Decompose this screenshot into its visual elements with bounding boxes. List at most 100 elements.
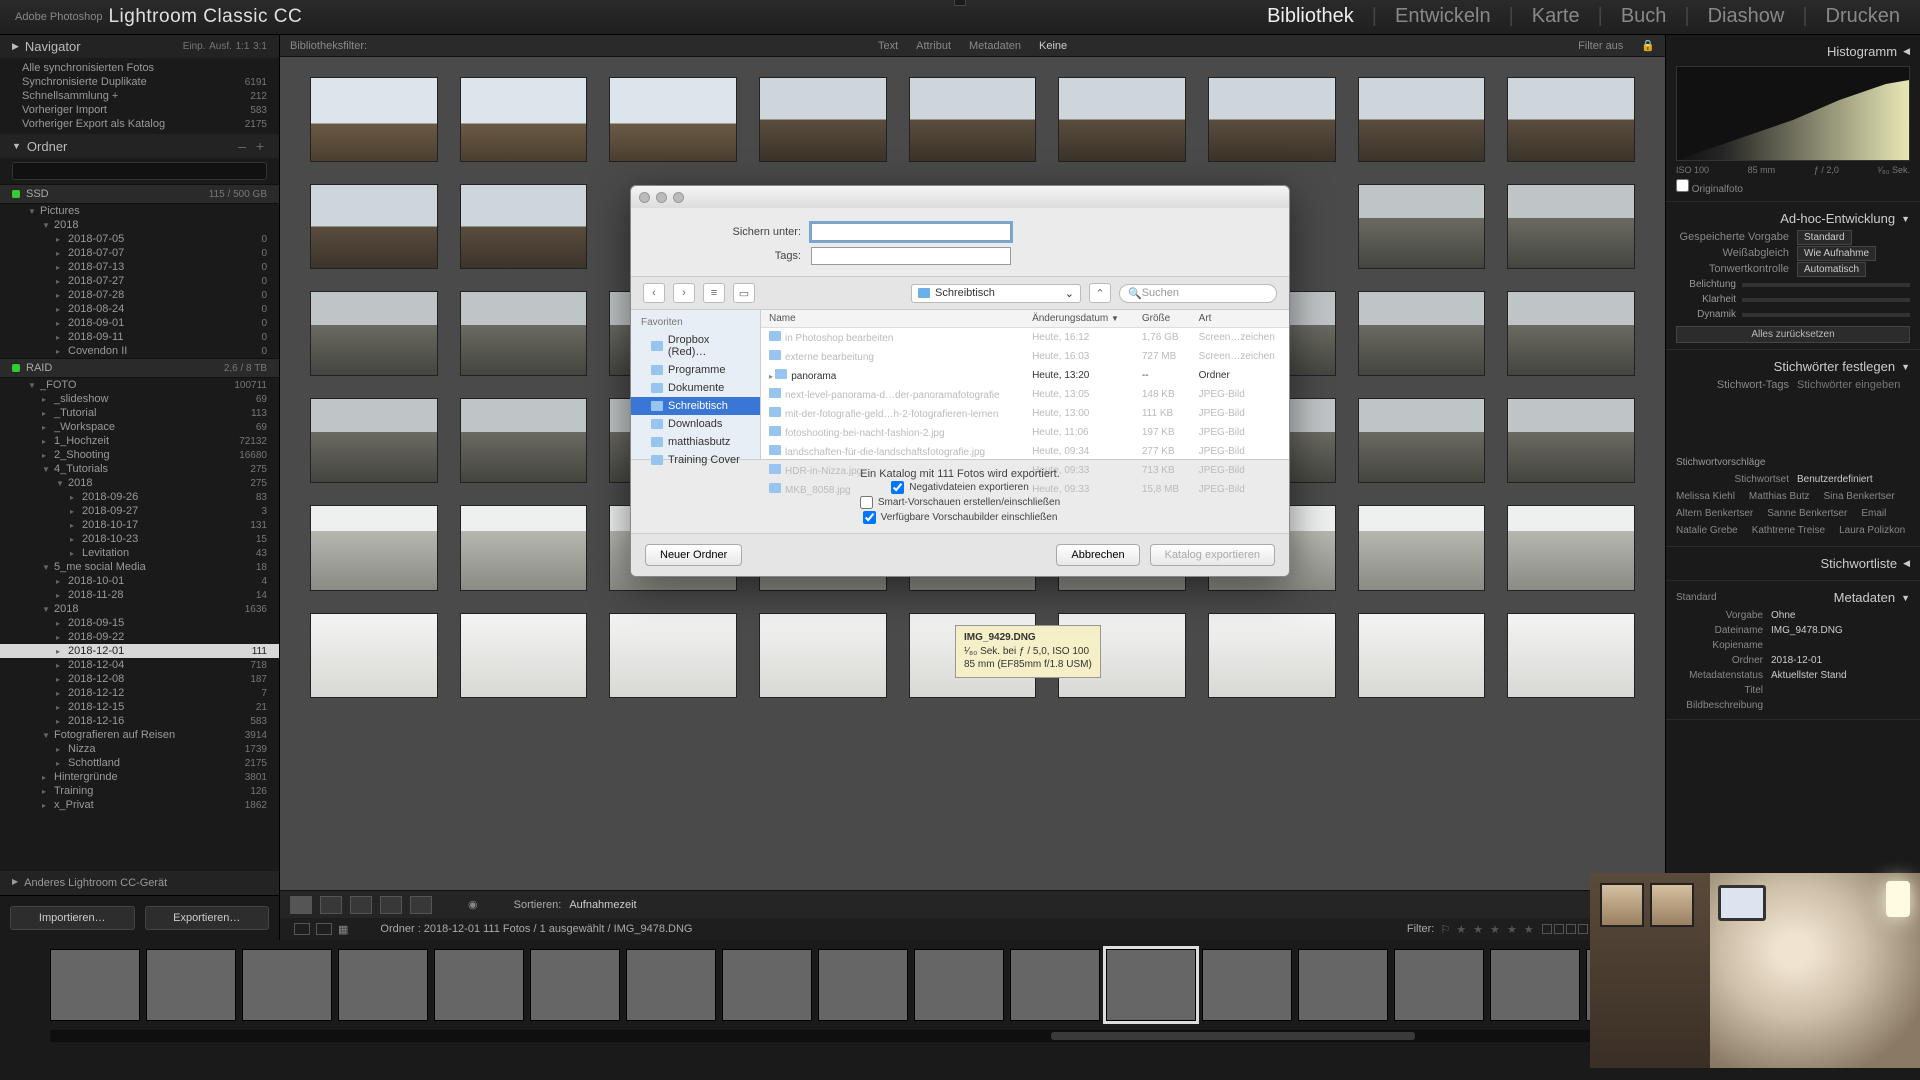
navigator-header[interactable]: ▶ Navigator Einp. Ausf. 1:1 3:1 xyxy=(0,35,279,58)
folder-item[interactable]: ▸2018-09-010 xyxy=(0,316,279,330)
file-row[interactable]: mit-der-fotografie-geld…h-2-fotografiere… xyxy=(761,404,1289,423)
folder-item[interactable]: ▸2018-10-014 xyxy=(0,574,279,588)
thumbnail[interactable] xyxy=(310,291,438,376)
dialog-search[interactable]: 🔍 Suchen xyxy=(1119,284,1277,303)
collection-item[interactable]: Vorheriger Export als Katalog2175 xyxy=(0,117,279,131)
exposure-slider[interactable] xyxy=(1742,283,1910,287)
min-dot[interactable] xyxy=(656,192,667,203)
filmstrip-thumbnail[interactable] xyxy=(434,949,524,1021)
thumbnail[interactable] xyxy=(460,77,588,162)
file-row[interactable]: fotoshooting-bei-nacht-fashion-2.jpgHeut… xyxy=(761,423,1289,442)
thumbnail[interactable] xyxy=(1358,291,1486,376)
sidebar-item[interactable]: matthiasbutz xyxy=(631,433,760,451)
folder-item[interactable]: ▼_FOTO100711 xyxy=(0,378,279,392)
thumbnail[interactable] xyxy=(759,77,887,162)
filmstrip-thumbnail[interactable] xyxy=(242,949,332,1021)
module-karte[interactable]: Karte xyxy=(1532,5,1580,28)
folder-item[interactable]: ▸2018-09-110 xyxy=(0,330,279,344)
thumbnail[interactable] xyxy=(1208,613,1336,698)
filter-meta[interactable]: Metadaten xyxy=(969,40,1021,52)
thumbnail[interactable] xyxy=(1507,77,1635,162)
thumbnail[interactable] xyxy=(460,398,588,483)
module-buch[interactable]: Buch xyxy=(1621,5,1667,28)
filmstrip-thumbnail[interactable] xyxy=(722,949,812,1021)
volume-header[interactable]: SSD115 / 500 GB xyxy=(0,184,279,204)
view-mode-button[interactable]: ≡ xyxy=(703,283,725,303)
keyword-suggestion[interactable]: Melissa Kiehl xyxy=(1676,491,1735,502)
nav-r2[interactable]: 3:1 xyxy=(253,41,267,52)
folder-item[interactable]: ▸2018-10-17131 xyxy=(0,518,279,532)
thumbnail[interactable] xyxy=(310,613,438,698)
thumbnail[interactable] xyxy=(609,77,737,162)
nav-fit[interactable]: Einp. xyxy=(183,41,206,52)
filmstrip-thumbnail[interactable] xyxy=(1490,949,1580,1021)
dialog-titlebar[interactable] xyxy=(631,186,1289,208)
histogram[interactable] xyxy=(1676,66,1910,161)
export-catalog-button[interactable]: Katalog exportieren xyxy=(1150,544,1275,566)
filmstrip-thumbnail[interactable] xyxy=(626,949,716,1021)
keyword-suggestion[interactable]: Matthias Butz xyxy=(1749,491,1810,502)
sidebar-item[interactable]: Downloads xyxy=(631,415,760,433)
expand-button[interactable]: ⌃ xyxy=(1089,283,1111,303)
folder-item[interactable]: ▸2018-09-22 xyxy=(0,630,279,644)
people-view-button[interactable] xyxy=(410,896,432,914)
opt-smart-previews[interactable] xyxy=(860,496,873,509)
thumbnail[interactable] xyxy=(310,77,438,162)
thumbnail[interactable] xyxy=(460,505,588,590)
collection-item[interactable]: Alle synchronisierten Fotos xyxy=(0,61,279,75)
original-checkbox[interactable] xyxy=(1676,179,1689,192)
sidebar-item[interactable]: Schreibtisch xyxy=(631,397,760,415)
new-folder-button[interactable]: Neuer Ordner xyxy=(645,544,742,566)
thumbnail[interactable] xyxy=(460,613,588,698)
filmstrip-thumbnail[interactable] xyxy=(1010,949,1100,1021)
folders-add[interactable]: – + xyxy=(238,138,267,154)
folder-item[interactable]: ▸Training126 xyxy=(0,784,279,798)
keyword-suggestion[interactable]: Email xyxy=(1861,508,1886,519)
keyword-suggestion[interactable]: Kathtrene Treise xyxy=(1752,525,1825,536)
collection-item[interactable]: Schnellsammlung +212 xyxy=(0,89,279,103)
thumbnail[interactable] xyxy=(1358,77,1486,162)
nav-fill[interactable]: Ausf. xyxy=(209,41,232,52)
thumbnail[interactable] xyxy=(1507,398,1635,483)
thumbnail[interactable] xyxy=(759,613,887,698)
folder-item[interactable]: ▸2_Shooting16680 xyxy=(0,448,279,462)
filmstrip-thumbnail[interactable] xyxy=(1394,949,1484,1021)
folder-item[interactable]: ▼5_me social Media18 xyxy=(0,560,279,574)
folder-search[interactable] xyxy=(12,162,267,180)
folder-item[interactable]: ▸2018-07-270 xyxy=(0,274,279,288)
grid-view-button[interactable] xyxy=(290,896,312,914)
filmstrip-thumbnail[interactable] xyxy=(50,949,140,1021)
zoom-dot[interactable] xyxy=(673,192,684,203)
file-row[interactable]: ▸ panoramaHeute, 13:20--Ordner xyxy=(761,366,1289,385)
folder-item[interactable]: ▸2018-12-08187 xyxy=(0,672,279,686)
collection-item[interactable]: Vorheriger Import583 xyxy=(0,103,279,117)
sidebar-item[interactable]: Programme xyxy=(631,361,760,379)
folder-item[interactable]: ▸Schottland2175 xyxy=(0,756,279,770)
filmstrip-thumbnail[interactable] xyxy=(1106,949,1196,1021)
folder-item[interactable]: ▸2018-08-240 xyxy=(0,302,279,316)
thumbnail[interactable] xyxy=(1358,184,1486,269)
folders-header[interactable]: ▼ Ordner – + xyxy=(0,134,279,158)
folder-item[interactable]: ▸2018-09-15 xyxy=(0,616,279,630)
flag-icon[interactable]: ⚐ xyxy=(1440,923,1450,936)
keyword-suggestion[interactable]: Altern Benkertser xyxy=(1676,508,1753,519)
keyword-suggestion[interactable]: Laura Polizkon xyxy=(1839,525,1905,536)
thumbnail[interactable] xyxy=(1058,77,1186,162)
thumbnail[interactable] xyxy=(310,184,438,269)
volume-header[interactable]: RAID2,6 / 8 TB xyxy=(0,358,279,378)
folder-item[interactable]: ▼2018 xyxy=(0,218,279,232)
filmstrip-thumbnail[interactable] xyxy=(530,949,620,1021)
col-kind[interactable]: Art xyxy=(1191,310,1289,328)
module-drucken[interactable]: Drucken xyxy=(1826,5,1900,28)
folder-item[interactable]: ▼Fotografieren auf Reisen3914 xyxy=(0,728,279,742)
wb-select[interactable]: Wie Aufnahme xyxy=(1797,246,1876,261)
folder-item[interactable]: ▸2018-12-127 xyxy=(0,686,279,700)
col-name[interactable]: Name xyxy=(761,310,1024,328)
import-button[interactable]: Importieren… xyxy=(10,906,135,930)
opt-previews[interactable] xyxy=(863,511,876,524)
thumbnail[interactable] xyxy=(1507,184,1635,269)
filter-preset[interactable]: Filter aus xyxy=(1578,40,1623,52)
file-row[interactable]: in Photoshop bearbeitenHeute, 16:121,76 … xyxy=(761,328,1289,348)
filmstrip-thumbnail[interactable] xyxy=(1202,949,1292,1021)
back-button[interactable]: ‹ xyxy=(643,283,665,303)
